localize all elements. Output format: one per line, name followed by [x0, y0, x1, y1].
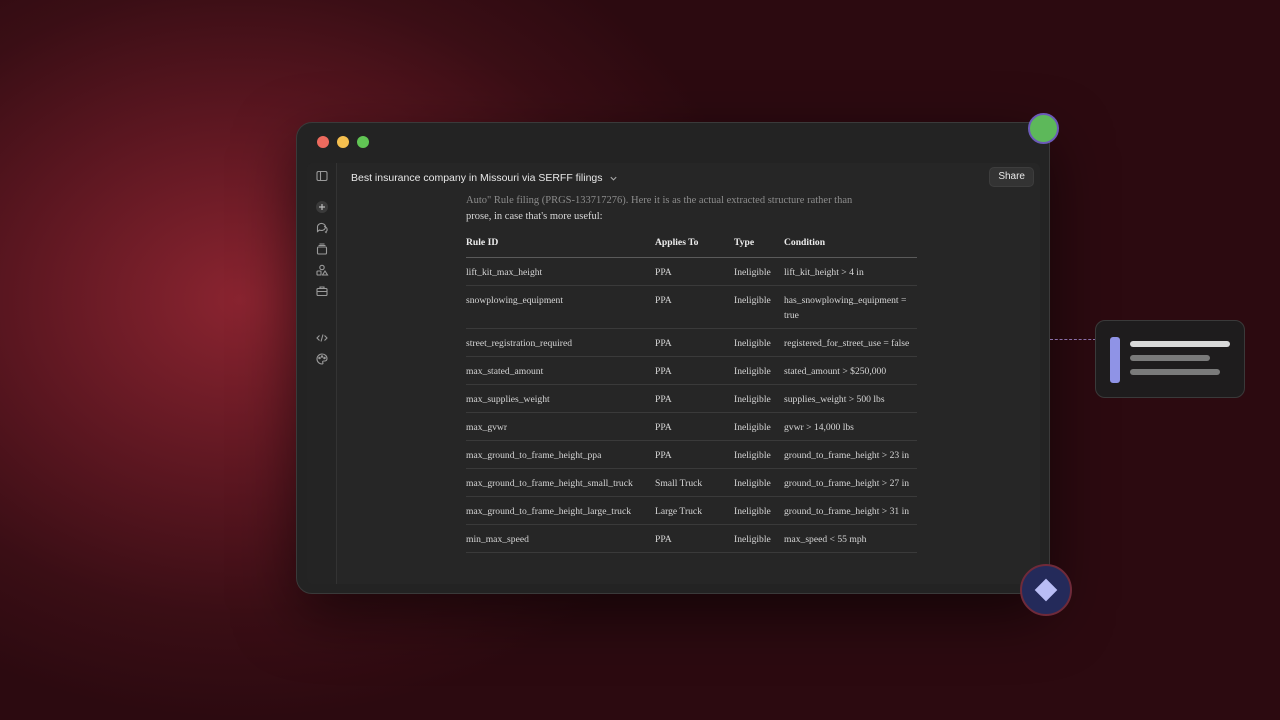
diamond-icon [1034, 578, 1058, 602]
rule-id-cell: min_max_speed [466, 524, 655, 553]
document-card [1095, 320, 1245, 398]
applies-to-cell: PPA [655, 257, 734, 286]
rule-id-cell: max_stated_amount [466, 356, 655, 385]
artifacts-icon[interactable] [315, 263, 329, 277]
applies-to-cell: Large Truck [655, 496, 734, 525]
table-row: max_gvwr PPA Ineligible gvwr > 14,000 lbs [466, 412, 917, 441]
applies-to-cell: PPA [655, 356, 734, 385]
column-header-rule-id: Rule ID [466, 235, 655, 258]
briefcase-icon[interactable] [315, 284, 329, 298]
applies-to-cell: PPA [655, 328, 734, 357]
code-icon[interactable] [315, 331, 329, 345]
close-window-button[interactable] [317, 136, 329, 148]
rule-id-cell: street_registration_required [466, 328, 655, 357]
sidebar-toggle-icon[interactable] [315, 169, 329, 183]
rule-id-cell: max_ground_to_frame_height_small_truck [466, 468, 655, 497]
table-row: lift_kit_max_height PPA Ineligible lift_kit… [466, 257, 917, 286]
document-line [1130, 369, 1220, 375]
chevron-down-icon [609, 176, 617, 181]
message-text-faded: Auto" Rule filing (PRGS-133717276). Here… [466, 195, 853, 206]
condition-cell: max_speed < 55 mph [784, 524, 917, 553]
table-row: max_supplies_weight PPA Ineligible supplies… [466, 384, 917, 413]
applies-to-cell: PPA [655, 440, 734, 469]
condition-cell: has_snowplowing_equipment = true [784, 285, 917, 329]
chats-icon[interactable] [315, 221, 329, 235]
table-header-row: Rule ID Applies To Type Condition [466, 235, 917, 258]
rule-id-cell: snowplowing_equipment [466, 285, 655, 329]
chat-message: Auto" Rule filing (PRGS-133717276). Here… [466, 193, 926, 584]
app-screen: Best insurance company in Missouri via S… [307, 163, 1040, 584]
top-bar: Best insurance company in Missouri via S… [337, 163, 1040, 193]
condition-cell: ground_to_frame_height > 23 in [784, 440, 917, 469]
table-row: max_ground_to_frame_height_small_truck Sm… [466, 468, 917, 497]
message-text: Auto" Rule filing (PRGS-133717276). Here… [466, 193, 906, 225]
table-row: street_registration_required PPA Ineligibl… [466, 328, 917, 357]
condition-cell: ground_to_frame_height > 27 in [784, 468, 917, 497]
minimize-window-button[interactable] [337, 136, 349, 148]
condition-cell: registered_for_street_use = false [784, 328, 917, 357]
type-cell: Ineligible [734, 524, 784, 553]
new-chat-icon[interactable] [315, 200, 329, 214]
table-row: max_ground_to_frame_height_ppa PPA Ineligi… [466, 440, 917, 469]
conversation-title: Best insurance company in Missouri via S… [351, 172, 603, 184]
rule-id-cell: max_ground_to_frame_height_large_truck [466, 496, 655, 525]
diamond-badge [1020, 564, 1072, 616]
condition-cell: gvwr > 14,000 lbs [784, 412, 917, 441]
message-text-visible: prose, in case that's more useful: [466, 211, 603, 222]
type-cell: Ineligible [734, 496, 784, 525]
conversation-title-menu[interactable]: Best insurance company in Missouri via S… [351, 172, 618, 184]
type-cell: Ineligible [734, 384, 784, 413]
condition-cell: lift_kit_height > 4 in [784, 257, 917, 286]
type-cell: Ineligible [734, 412, 784, 441]
condition-cell: supplies_weight > 500 lbs [784, 384, 917, 413]
palette-icon[interactable] [315, 352, 329, 366]
document-accent-bar [1110, 337, 1120, 383]
app-window: Best insurance company in Missouri via S… [296, 122, 1050, 594]
applies-to-cell: PPA [655, 412, 734, 441]
applies-to-cell: PPA [655, 384, 734, 413]
window-controls [317, 136, 369, 148]
type-cell: Ineligible [734, 468, 784, 497]
column-header-condition: Condition [784, 235, 917, 258]
type-cell: Ineligible [734, 257, 784, 286]
column-header-applies-to: Applies To [655, 235, 734, 258]
rule-id-cell: max_ground_to_frame_height_ppa [466, 440, 655, 469]
document-line [1130, 355, 1210, 361]
rule-id-cell: lift_kit_max_height [466, 257, 655, 286]
table-row: min_max_speed PPA Ineligible max_speed < 55… [466, 524, 917, 553]
projects-icon[interactable] [315, 242, 329, 256]
type-cell: Ineligible [734, 440, 784, 469]
table-row: max_ground_to_frame_height_large_truck La… [466, 496, 917, 525]
share-button[interactable]: Share [989, 167, 1034, 187]
sidebar [307, 163, 337, 584]
connector-line [1050, 339, 1096, 340]
applies-to-cell: PPA [655, 285, 734, 329]
table-row: max_stated_amount PPA Ineligible stated_amo… [466, 356, 917, 385]
condition-cell: ground_to_frame_height > 31 in [784, 496, 917, 525]
table-row: snowplowing_equipment PPA Ineligible has_sn… [466, 285, 917, 329]
rule-id-cell: max_gvwr [466, 412, 655, 441]
type-cell: Ineligible [734, 356, 784, 385]
document-line [1130, 341, 1230, 347]
column-header-type: Type [734, 235, 784, 258]
user-avatar [1028, 113, 1059, 144]
applies-to-cell: PPA [655, 524, 734, 553]
maximize-window-button[interactable] [357, 136, 369, 148]
applies-to-cell: Small Truck [655, 468, 734, 497]
rule-id-cell: max_supplies_weight [466, 384, 655, 413]
type-cell: Ineligible [734, 328, 784, 357]
type-cell: Ineligible [734, 285, 784, 329]
rules-table: Rule ID Applies To Type Condition lift_k… [466, 235, 917, 553]
condition-cell: stated_amount > $250,000 [784, 356, 917, 385]
